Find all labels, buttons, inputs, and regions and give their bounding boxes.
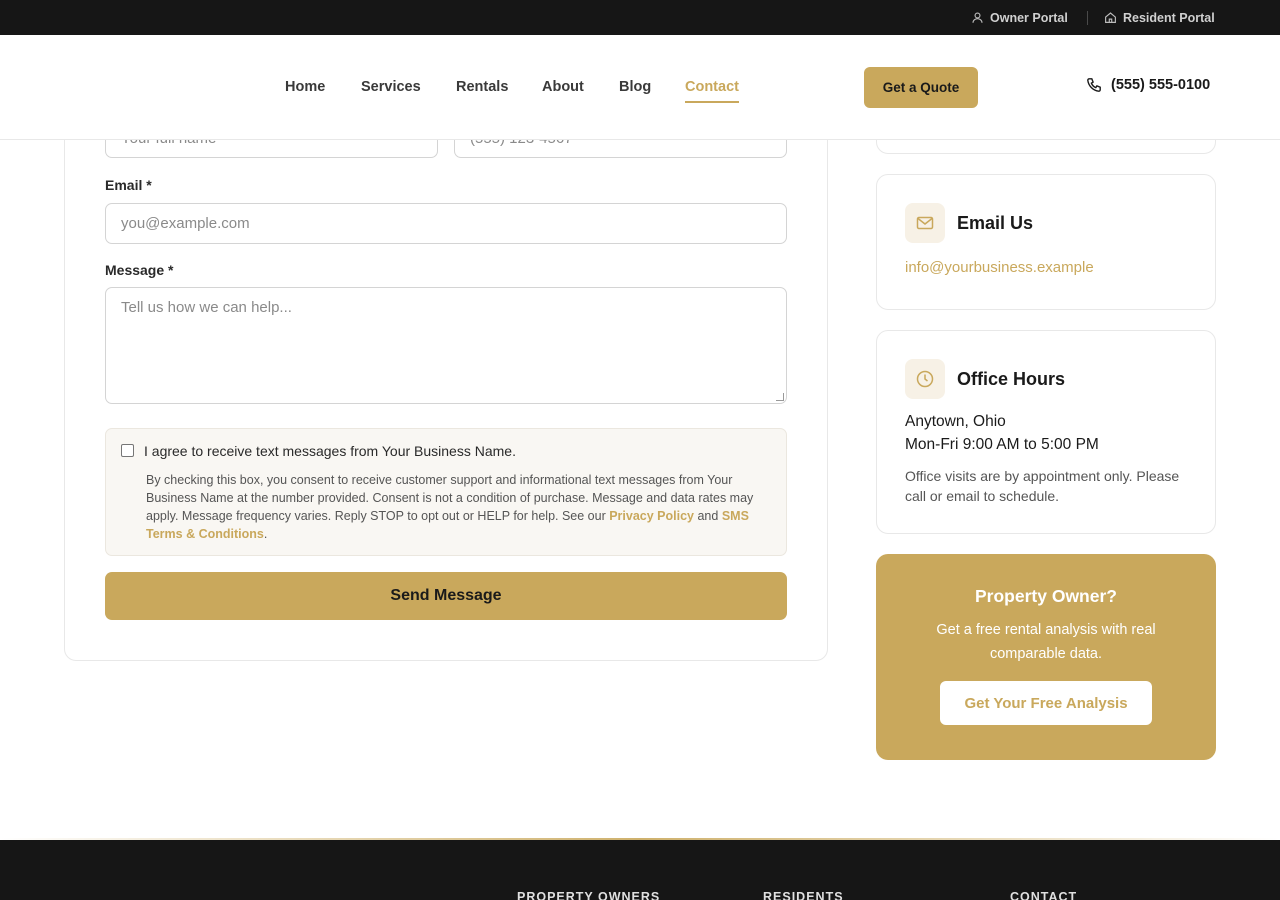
owner-portal-label: Owner Portal <box>990 10 1068 25</box>
consent-and: and <box>694 509 722 523</box>
mail-icon <box>916 216 934 230</box>
owner-cta-card: Property Owner? Get a free rental analys… <box>876 554 1216 760</box>
message-textarea[interactable]: Tell us how we can help... <box>105 287 787 404</box>
resident-portal-link[interactable]: Resident Portal <box>1104 0 1215 35</box>
header-phone-number: (555) 555-0100 <box>1111 77 1211 93</box>
consent-end: . <box>263 527 268 541</box>
message-placeholder: Tell us how we can help... <box>121 299 292 316</box>
owner-portal-link[interactable]: Owner Portal <box>971 0 1068 35</box>
clock-icon-box <box>905 359 945 399</box>
message-label: Message * <box>105 262 174 278</box>
email-placeholder: you@example.com <box>121 215 250 232</box>
email-card-title: Email Us <box>957 213 1034 233</box>
owner-cta-title: Property Owner? <box>975 586 1117 606</box>
mail-icon-box <box>905 203 945 243</box>
consent-title: I agree to receive text messages from Yo… <box>144 443 516 459</box>
privacy-policy-link[interactable]: Privacy Policy <box>609 509 694 523</box>
email-label: Email * <box>105 177 152 193</box>
nav-services[interactable]: Services <box>361 79 421 95</box>
topbar-divider <box>1087 11 1088 25</box>
footer-heading-contact: CONTACT <box>1010 890 1078 900</box>
nav-about[interactable]: About <box>542 79 584 95</box>
sms-consent-checkbox[interactable] <box>121 444 134 457</box>
office-location: Anytown, Ohio <box>905 413 1006 430</box>
email-card: Email Us info@yourbusiness.example <box>876 174 1216 310</box>
hours-note: Office visits are by appointment only. P… <box>905 468 1180 504</box>
email-input[interactable]: you@example.com <box>105 203 787 244</box>
phone-icon <box>1087 78 1101 92</box>
utility-bar: Owner Portal Resident Portal <box>0 0 1280 35</box>
nav-contact[interactable]: Contact <box>685 79 739 95</box>
office-hours: Mon-Fri 9:00 AM to 5:00 PM <box>905 436 1099 453</box>
free-analysis-button[interactable]: Get Your Free Analysis <box>940 681 1152 725</box>
main-header: Home Services Rentals About Blog Contact… <box>0 35 1280 140</box>
footer-heading-owners: PROPERTY OWNERS <box>517 890 661 900</box>
owner-cta-text: Get a free rental analysis with real com… <box>936 622 1156 662</box>
consent-text: By checking this box, you consent to rec… <box>146 471 770 543</box>
footer-heading-residents: RESIDENTS <box>763 890 844 900</box>
get-quote-button[interactable]: Get a Quote <box>864 67 978 108</box>
active-nav-underline <box>685 101 739 103</box>
user-icon <box>972 12 983 23</box>
nav-blog[interactable]: Blog <box>619 79 651 95</box>
header-phone-link[interactable]: (555) 555-0100 <box>1086 77 1210 93</box>
resize-handle[interactable] <box>776 393 784 401</box>
nav-rentals[interactable]: Rentals <box>456 79 508 95</box>
office-hours-card: Office Hours Anytown, Ohio Mon-Fri 9:00 … <box>876 330 1216 534</box>
hours-card-title: Office Hours <box>957 369 1066 389</box>
nav-home[interactable]: Home <box>285 79 325 95</box>
send-message-button[interactable]: Send Message <box>105 572 787 620</box>
email-link[interactable]: info@yourbusiness.example <box>905 259 1094 276</box>
clock-icon <box>916 370 934 388</box>
resident-portal-label: Resident Portal <box>1123 10 1215 25</box>
sms-consent-box: I agree to receive text messages from Yo… <box>105 428 787 556</box>
site-footer: PROPERTY OWNERS RESIDENTS CONTACT <box>0 840 1280 900</box>
home-icon <box>1105 12 1116 23</box>
